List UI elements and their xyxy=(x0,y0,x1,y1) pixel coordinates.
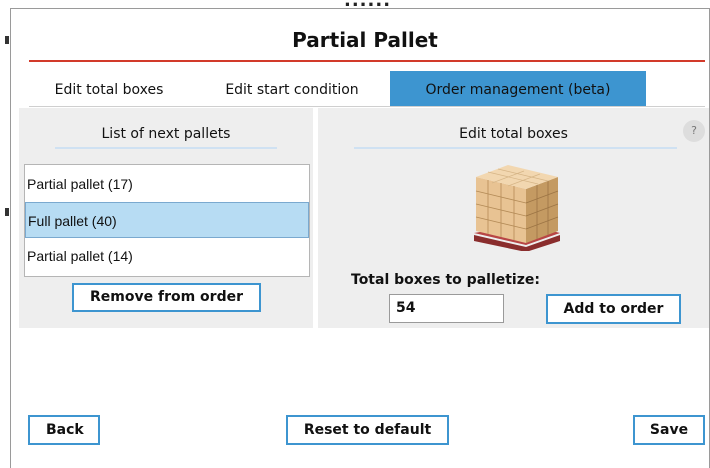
reset-to-default-button[interactable]: Reset to default xyxy=(286,415,449,445)
edit-total-boxes-heading: Edit total boxes xyxy=(459,126,568,142)
list-item[interactable]: Partial pallet (14) xyxy=(25,238,309,274)
tab-divider xyxy=(29,106,705,107)
next-pallets-heading: List of next pallets xyxy=(101,126,231,142)
save-button[interactable]: Save xyxy=(633,415,705,445)
pallet-list: Partial pallet (17) Full pallet (40) Par… xyxy=(24,164,310,277)
tab-order-management[interactable]: Order management (beta) xyxy=(390,71,646,107)
clipped-header-text: ...... xyxy=(344,0,392,11)
add-to-order-button[interactable]: Add to order xyxy=(546,294,681,324)
total-boxes-label: Total boxes to palletize: xyxy=(351,272,540,288)
tab-edit-total-boxes[interactable]: Edit total boxes xyxy=(29,71,189,107)
total-boxes-input[interactable]: 54 xyxy=(389,294,504,323)
window-frame-left xyxy=(10,8,11,468)
list-item-selected[interactable]: Full pallet (40) xyxy=(25,202,309,238)
heading-underline xyxy=(55,147,277,149)
frame-tick xyxy=(5,208,9,216)
tab-bar: Edit total boxes Edit start condition Or… xyxy=(29,71,705,107)
heading-underline xyxy=(354,147,677,149)
page-title: Partial Pallet xyxy=(292,28,438,52)
title-divider xyxy=(29,60,705,62)
remove-from-order-button[interactable]: Remove from order xyxy=(72,283,261,312)
pallet-boxes-icon xyxy=(474,165,560,251)
list-item[interactable]: Partial pallet (17) xyxy=(25,166,309,202)
tab-edit-start-condition[interactable]: Edit start condition xyxy=(197,71,387,107)
back-button[interactable]: Back xyxy=(28,415,100,445)
help-icon[interactable]: ? xyxy=(683,120,705,142)
